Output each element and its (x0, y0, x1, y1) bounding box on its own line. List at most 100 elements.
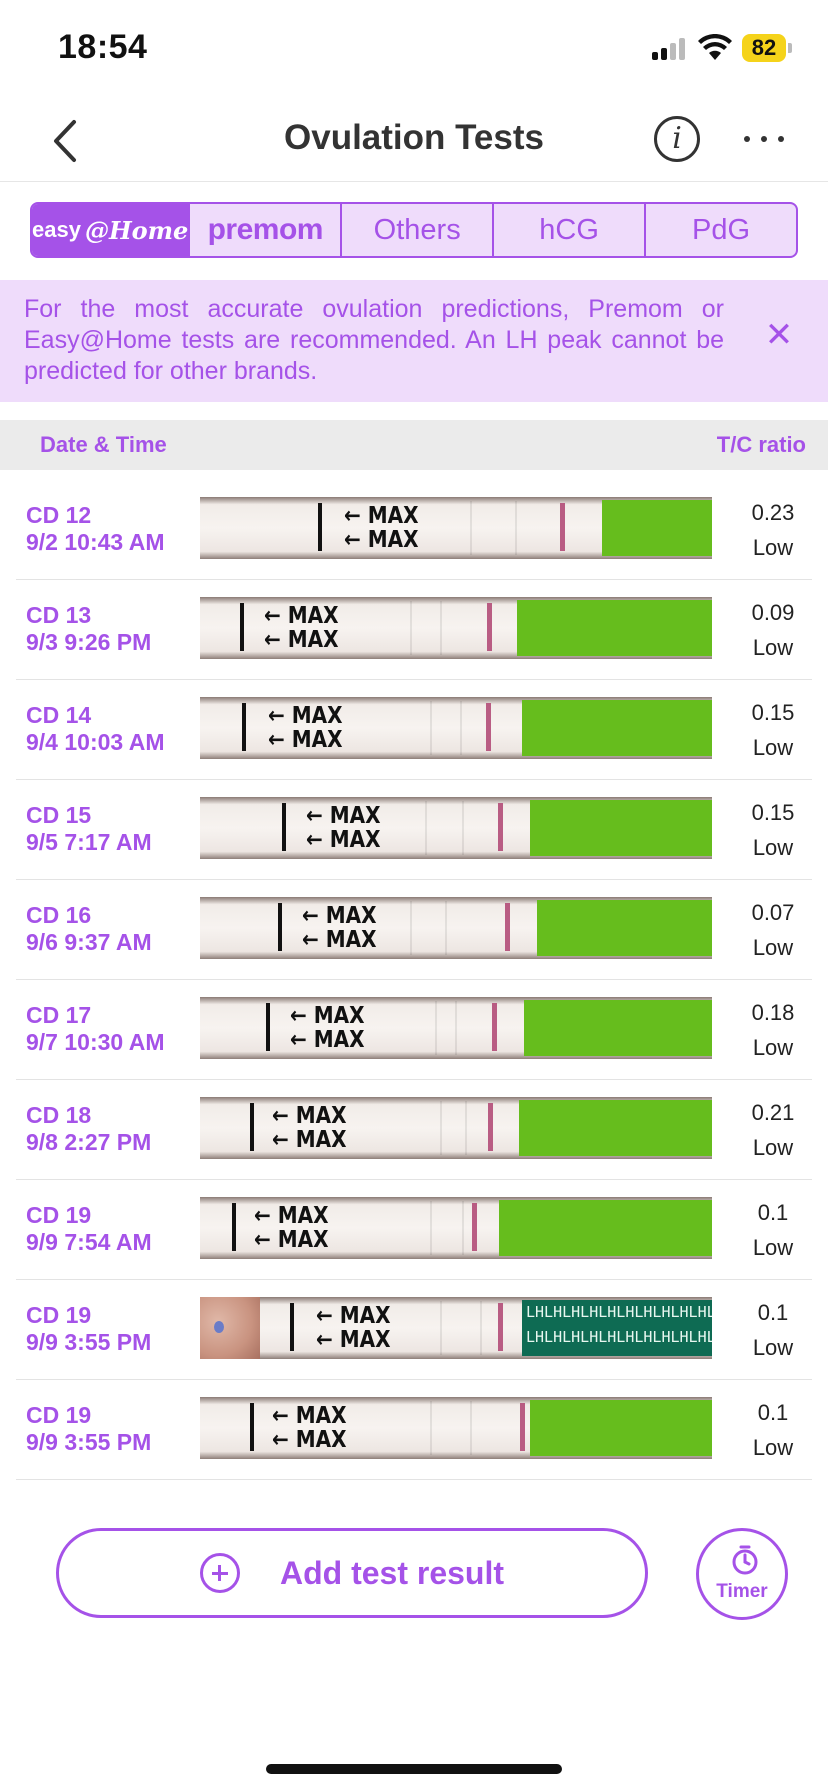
control-pad (522, 700, 712, 756)
tab-easy-label: easy (32, 217, 81, 242)
table-header: Date & Time T/C ratio (0, 420, 828, 470)
tc-ratio-value: 0.23 (751, 500, 795, 525)
test-result-row[interactable]: CD 19 9/9 7:54 AM ← MAX ← MAX 0.1 Low (16, 1180, 812, 1280)
test-datetime: 9/4 10:03 AM (26, 729, 165, 755)
plus-circle-icon (199, 1553, 240, 1593)
test-strip-image[interactable]: ← MAX ← MAX (200, 797, 712, 859)
test-datetime: 9/5 7:17 AM (26, 829, 152, 855)
timer-button[interactable]: Timer (696, 1528, 788, 1620)
tc-ratio-value: 0.1 (757, 1200, 789, 1225)
test-result-row[interactable]: CD 16 9/6 9:37 AM ← MAX ← MAX 0.07 Low (16, 880, 812, 980)
tab-hcg[interactable]: hCG (494, 204, 647, 256)
tab-pdg-label: PdG (692, 213, 751, 246)
test-line (498, 803, 503, 851)
tc-ratio-value: 0.1 (757, 1400, 789, 1425)
test-datetime: 9/3 9:26 PM (26, 629, 152, 655)
cycle-day: CD 15 (26, 802, 92, 828)
lh-level: Low (752, 735, 794, 760)
cycle-day: CD 19 (26, 1402, 92, 1428)
brand-tabs: easy @Home premom Others hCG PdG (30, 202, 798, 258)
test-strip-image[interactable]: ← MAX ← MAX (200, 997, 712, 1059)
control-pad (530, 1400, 712, 1456)
strip-max-label: ← MAX ← MAX (272, 1401, 347, 1453)
test-line (487, 603, 492, 651)
close-icon[interactable]: ✕ (762, 318, 796, 352)
test-result-row[interactable]: CD 18 9/8 2:27 PM ← MAX ← MAX 0.21 Low (16, 1080, 812, 1180)
test-strip-image[interactable]: ← MAX ← MAX (200, 1197, 712, 1259)
tc-ratio-value: 0.07 (751, 900, 795, 925)
test-line (498, 1303, 503, 1351)
test-result-row[interactable]: CD 19 9/9 3:55 PM ← MAX ← MAX 0.1 Low (16, 1380, 812, 1480)
test-strip-image[interactable]: ← MAX ← MAX (200, 597, 712, 659)
test-result-row[interactable]: CD 13 9/3 9:26 PM ← MAX ← MAX 0.09 Low (16, 580, 812, 680)
finger-thumb (200, 1297, 260, 1359)
add-test-result-button[interactable]: Add test result (56, 1528, 648, 1618)
tab-premom[interactable]: premom (190, 204, 343, 256)
lh-level: Low (752, 635, 794, 660)
test-line (505, 903, 510, 951)
tc-ratio-value: 0.09 (751, 600, 795, 625)
more-icon[interactable] (740, 124, 788, 154)
lh-level: Low (752, 1035, 794, 1060)
lh-pad: LHLHLHLHLHLHLHLHLHLHLHLHLHLHLHLHLHLHLHLH… (522, 1300, 712, 1356)
control-pad (499, 1200, 712, 1256)
tab-easy-at-home[interactable]: easy @Home (32, 204, 191, 256)
cycle-day: CD 19 (26, 1302, 92, 1328)
battery-level: 82 (751, 35, 777, 60)
tab-premom-label: premom (207, 213, 324, 246)
test-result-row[interactable]: CD 17 9/7 10:30 AM ← MAX ← MAX 0.18 Low (16, 980, 812, 1080)
strip-max-label: ← MAX ← MAX (290, 1001, 365, 1053)
test-strip-image[interactable]: ← MAX ← MAX (200, 697, 712, 759)
lh-level: Low (752, 1435, 794, 1460)
cycle-day: CD 19 (26, 1202, 92, 1228)
test-datetime: 9/9 7:54 AM (26, 1229, 152, 1255)
control-pad (530, 800, 712, 856)
test-strip-image[interactable]: ← MAX ← MAX (200, 497, 712, 559)
test-datetime: 9/8 2:27 PM (26, 1129, 152, 1155)
wifi-icon (698, 34, 732, 60)
add-test-result-label: Add test result (279, 1554, 505, 1591)
test-strip-image[interactable]: ← MAX ← MAX (200, 897, 712, 959)
strip-max-label: ← MAX ← MAX (268, 701, 343, 753)
control-pad (524, 1000, 712, 1056)
recommendation-banner: For the most accurate ovulation predicti… (0, 280, 828, 402)
test-result-row[interactable]: CD 15 9/5 7:17 AM ← MAX ← MAX 0.15 Low (16, 780, 812, 880)
page-title: Ovulation Tests (284, 118, 544, 157)
test-line (492, 1003, 497, 1051)
test-datetime: 9/9 3:55 PM (26, 1329, 152, 1355)
cellular-signal-icon (652, 38, 688, 60)
status-bar: 18:54 82 (0, 0, 828, 100)
tc-ratio-value: 0.15 (751, 700, 795, 725)
test-datetime: 9/9 3:55 PM (26, 1429, 152, 1455)
test-result-row[interactable]: CD 14 9/4 10:03 AM ← MAX ← MAX 0.15 Low (16, 680, 812, 780)
info-icon[interactable]: i (654, 116, 700, 162)
nav-bar: Ovulation Tests i (0, 100, 828, 182)
test-strip-image[interactable]: ← MAX← MAX LHLHLHLHLHLHLHLHLHLHLHLHLHLHLH… (200, 1297, 712, 1359)
test-line (520, 1403, 525, 1451)
test-strip-image[interactable]: ← MAX ← MAX (200, 1397, 712, 1459)
banner-text: For the most accurate ovulation predicti… (24, 295, 724, 385)
tc-ratio-value: 0.18 (751, 1000, 795, 1025)
strip-max-label: ← MAX ← MAX (272, 1101, 347, 1153)
timer-label: Timer (716, 1581, 768, 1602)
tab-pdg[interactable]: PdG (646, 204, 796, 256)
lh-level: Low (752, 835, 794, 860)
strip-max-label: ← MAX ← MAX (302, 901, 377, 953)
test-line (560, 503, 565, 551)
home-indicator (266, 1764, 562, 1774)
column-header-date: Date & Time (40, 432, 167, 457)
test-result-row[interactable]: CD 19 9/9 3:55 PM ← MAX ← MAX LHLHLHLHLHLHLH… (16, 1280, 812, 1380)
cycle-day: CD 14 (26, 702, 92, 728)
test-line (488, 1103, 493, 1151)
tab-easy-home-label: @Home (84, 215, 189, 245)
control-pad (537, 900, 712, 956)
lh-level: Low (752, 1135, 794, 1160)
test-line (486, 703, 491, 751)
test-result-row[interactable]: CD 12 9/2 10:43 AM ← MAX ← MAX 0.23 Low (16, 480, 812, 580)
test-datetime: 9/6 9:37 AM (26, 929, 152, 955)
cycle-day: CD 17 (26, 1002, 92, 1028)
tab-others[interactable]: Others (342, 204, 495, 256)
test-strip-image[interactable]: ← MAX ← MAX (200, 1097, 712, 1159)
tc-ratio-value: 0.1 (757, 1300, 789, 1325)
control-pad (602, 500, 712, 556)
